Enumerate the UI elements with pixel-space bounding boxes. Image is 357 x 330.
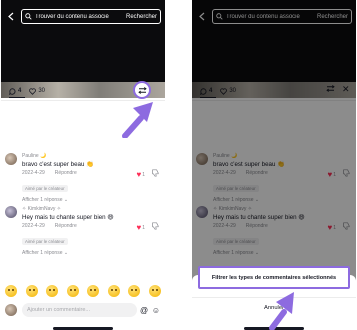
like-count: 30 [38,88,46,94]
dislike-icon[interactable] [151,222,159,230]
reply-button[interactable]: Répondre [55,169,77,177]
mention-icon[interactable]: @ [139,306,149,315]
emoji-button[interactable] [107,285,120,297]
emoji-icon[interactable]: ☺ [151,306,161,315]
back-icon[interactable] [5,8,17,25]
show-replies-link[interactable]: Afficher 1 réponse ⌄ [22,250,163,256]
comment-item: Pauline 🌙 bravo c'est super beau 👏 2022-… [5,153,163,203]
creator-badge: Aimé par le créateur [22,185,68,192]
comment-item: ✧ KimkimNavy ✧ Hey mais tu chante super … [5,206,163,256]
emoji-button[interactable] [46,285,59,297]
emoji-button[interactable] [148,285,161,297]
emoji-button[interactable] [5,285,17,297]
emoji-button[interactable] [87,285,100,297]
reply-button[interactable]: Répondre [55,222,77,230]
emoji-button[interactable] [128,285,141,297]
left-screen: Trouver du contenu associé Rechercher 4 … [1,0,165,330]
like-button[interactable]: ♥ 1 [136,223,145,232]
filter-button[interactable] [133,81,151,99]
dislike-icon[interactable] [151,169,159,177]
heart-icon: ♥ [136,223,142,232]
comment-input-bar: Ajouter un commentaire... @ ☺ [5,302,161,318]
top-bar: Trouver du contenu associé Rechercher [5,8,161,25]
search-box[interactable]: Trouver du contenu associé Rechercher [21,9,161,24]
comment-text: Hey mais tu chante super bien 😄 [22,214,114,221]
heart-outline-icon [29,87,37,95]
right-screen: Trouver du contenu associé Rechercher 4 … [192,0,356,330]
comment-tabs: 4 30 [9,86,53,96]
comment-date: 2022-4-29 [22,170,45,176]
avatar[interactable] [5,153,17,165]
like-count: 1 [142,171,145,178]
comment-icon [9,87,16,95]
avatar[interactable] [5,206,17,218]
heart-icon: ♥ [136,170,142,179]
comment-username[interactable]: ✧ KimkimNavy ✧ [22,206,163,213]
pointer-arrow-icon [122,102,153,138]
search-icon [25,13,32,20]
comment-date: 2022-4-29 [22,223,45,229]
comment-text: bravo c'est super beau 👏 [22,161,94,168]
emoji-bar [5,284,161,298]
emoji-button[interactable] [66,285,79,297]
filter-comments-option[interactable]: Filtrer les types de commentaires sélect… [198,266,350,289]
pointer-arrow-icon [269,292,294,330]
comment-username[interactable]: Pauline 🌙 [22,153,163,160]
avatar [5,304,17,316]
emoji-button[interactable] [25,285,38,297]
comment-input[interactable]: Ajouter un commentaire... [22,303,137,317]
tab-underline [9,97,25,98]
search-placeholder: Trouver du contenu associé [35,13,109,20]
comment-count: 4 [18,88,22,94]
filter-icon [137,86,147,94]
like-count: 1 [142,224,145,231]
like-button[interactable]: ♥ 1 [136,170,145,179]
show-replies-link[interactable]: Afficher 1 réponse ⌄ [22,197,163,203]
creator-badge: Aimé par le créateur [22,238,68,245]
search-button[interactable]: Rechercher [126,14,157,20]
tab-comments[interactable]: 4 [9,87,22,95]
tab-likes[interactable]: 30 [29,87,46,95]
